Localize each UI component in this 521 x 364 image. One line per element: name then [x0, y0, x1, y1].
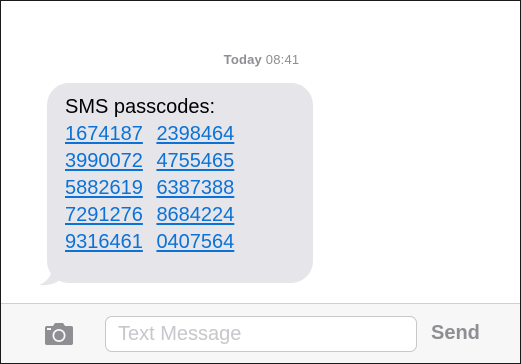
- timestamp-day: Today: [223, 52, 262, 67]
- passcode-link[interactable]: 8684224: [156, 204, 234, 226]
- passcode-row: 1674187 2398464: [65, 121, 234, 148]
- passcode-row: 7291276 8684224: [65, 202, 234, 229]
- passcode-row: 5882619 6387388: [65, 175, 234, 202]
- camera-icon[interactable]: [44, 322, 74, 346]
- send-button[interactable]: Send: [431, 322, 480, 345]
- passcode-link[interactable]: 0407564: [156, 231, 234, 253]
- passcode-link[interactable]: 7291276: [65, 204, 143, 226]
- passcode-row: 3990072 4755465: [65, 148, 234, 175]
- compose-bar: Text Message Send: [1, 303, 520, 363]
- message-timestamp: Today 08:41: [1, 52, 520, 67]
- passcode-link[interactable]: 5882619: [65, 177, 143, 199]
- message-input[interactable]: Text Message: [105, 316, 417, 352]
- timestamp-time: 08:41: [265, 52, 300, 67]
- passcode-link[interactable]: 4755465: [156, 150, 234, 172]
- passcode-row: 9316461 0407564: [65, 229, 234, 256]
- passcode-link[interactable]: 1674187: [65, 123, 143, 145]
- messages-screen: Today 08:41 SMS passcodes: 1674187 23984…: [0, 0, 521, 364]
- passcode-link[interactable]: 2398464: [156, 123, 234, 145]
- message-header: SMS passcodes:: [65, 96, 216, 118]
- passcode-link[interactable]: 3990072: [65, 150, 143, 172]
- message-text: SMS passcodes: 1674187 2398464 3990072 4…: [65, 94, 234, 256]
- passcode-link[interactable]: 6387388: [156, 177, 234, 199]
- passcode-link[interactable]: 9316461: [65, 231, 143, 253]
- message-input-placeholder: Text Message: [118, 322, 242, 345]
